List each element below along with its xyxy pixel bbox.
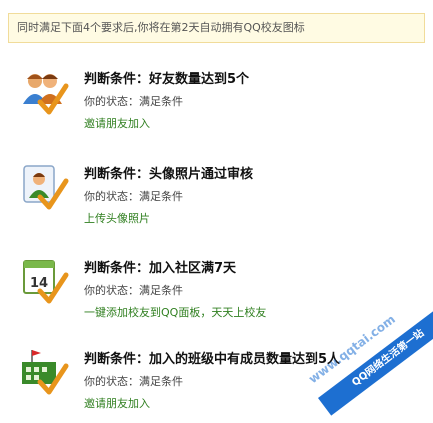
- condition-item-days: 14 判断条件：加入社区满7天 你的状态：满足条件 一键添加校友到QQ面板，天天…: [0, 257, 433, 337]
- avatar-photo-icon: [23, 165, 69, 210]
- notice-text: 同时满足下面4个要求后,你将在第2天自动拥有QQ校友图标: [17, 21, 305, 34]
- invite-friends-link[interactable]: 邀请朋友加入: [84, 115, 150, 131]
- condition-status: 你的状态：满足条件: [84, 190, 183, 203]
- friends-icon: [23, 74, 69, 115]
- condition-status: 你的状态：满足条件: [84, 95, 183, 108]
- condition-status: 你的状态：满足条件: [84, 284, 183, 297]
- condition-title: 判断条件：头像照片通过审核: [84, 167, 254, 182]
- class-building-icon: [22, 350, 69, 395]
- upload-avatar-link[interactable]: 上传头像照片: [84, 210, 150, 226]
- notice-banner: 同时满足下面4个要求后,你将在第2天自动拥有QQ校友图标: [8, 13, 425, 43]
- condition-title: 判断条件：好友数量达到5个: [84, 72, 250, 87]
- condition-item-friends: 判断条件：好友数量达到5个 你的状态：满足条件 邀请朋友加入: [0, 68, 433, 148]
- condition-title: 判断条件：加入的班级中有成员数量达到5人: [84, 352, 341, 367]
- calendar-icon: 14: [23, 260, 69, 304]
- condition-title: 判断条件：加入社区满7天: [84, 261, 237, 276]
- condition-status: 你的状态：满足条件: [84, 375, 183, 388]
- invite-friends-link-2[interactable]: 邀请朋友加入: [84, 395, 150, 411]
- condition-item-avatar: 判断条件：头像照片通过审核 你的状态：满足条件 上传头像照片: [0, 163, 433, 243]
- add-to-qq-panel-link[interactable]: 一键添加校友到QQ面板，天天上校友: [84, 304, 266, 320]
